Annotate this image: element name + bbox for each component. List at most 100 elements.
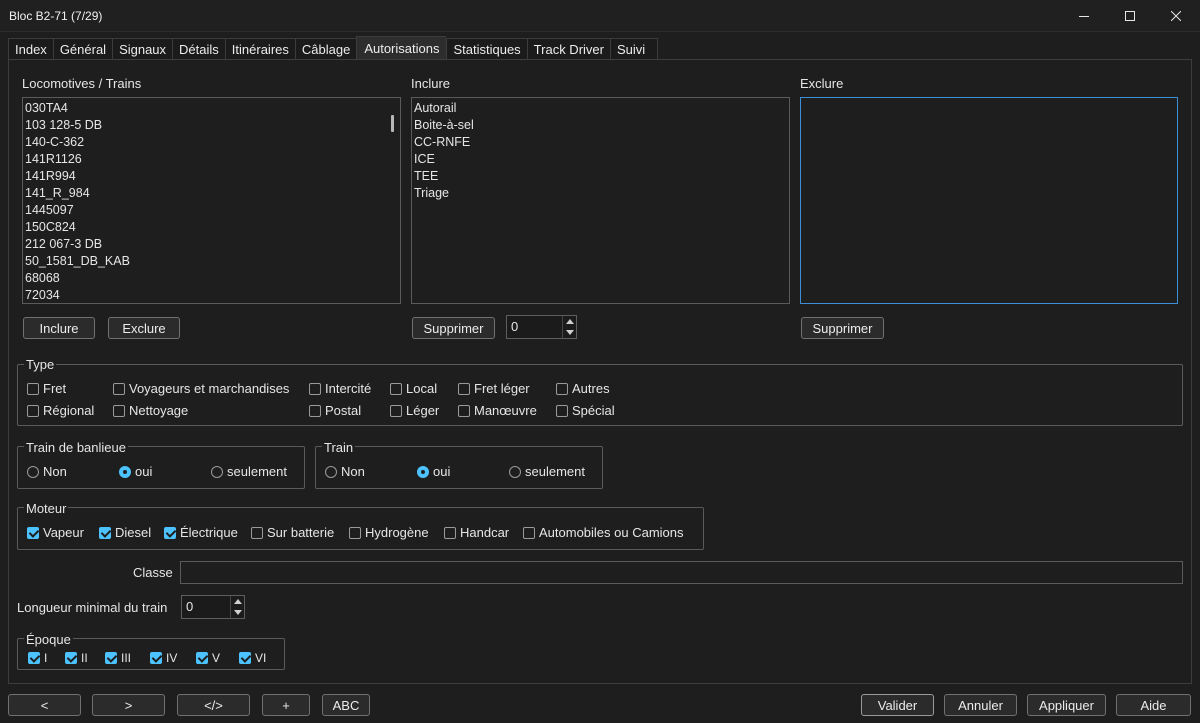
minimize-button[interactable] [1061, 0, 1107, 32]
list-item[interactable]: CC-RNFE [412, 134, 782, 151]
checkbox-handcar[interactable]: Handcar [444, 525, 509, 540]
min-length-spinbox[interactable]: 0 [181, 595, 245, 619]
checkbox-box[interactable] [113, 404, 125, 417]
help-button[interactable]: Aide [1116, 694, 1191, 716]
include-listbox[interactable]: Autorail Boite-à-sel CC-RNFE ICE TEE Tri… [411, 97, 790, 304]
list-item[interactable]: 212 067-3 DB [23, 236, 383, 253]
checkbox-box[interactable] [164, 526, 176, 539]
list-item[interactable]: 103 128-5 DB [23, 117, 383, 134]
include-button[interactable]: Inclure [23, 317, 95, 339]
checkbox-hydrogene[interactable]: Hydrogène [349, 525, 429, 540]
list-item[interactable]: 1445097 [23, 202, 383, 219]
include-spinbox[interactable]: 0 [506, 315, 577, 339]
list-item[interactable]: TEE [412, 168, 782, 185]
checkbox-box[interactable] [523, 526, 535, 539]
tab-cablage[interactable]: Câblage [294, 38, 357, 60]
radio-circle[interactable] [325, 465, 337, 478]
tab-index[interactable]: Index [8, 38, 53, 60]
validate-button[interactable]: Valider [861, 694, 934, 716]
list-item[interactable]: 150C824 [23, 219, 383, 236]
checkbox-regional[interactable]: Régional [27, 403, 94, 418]
checkbox-box[interactable] [556, 404, 568, 417]
radio-train-non[interactable]: Non [325, 464, 365, 479]
checkbox-sur-batterie[interactable]: Sur batterie [251, 525, 334, 540]
checkbox-automobiles-camions[interactable]: Automobiles ou Camions [523, 525, 684, 540]
radio-circle[interactable] [211, 465, 223, 478]
checkbox-fret-leger[interactable]: Fret léger [458, 381, 530, 396]
list-item[interactable]: Boite-à-sel [412, 117, 782, 134]
include-delete-button[interactable]: Supprimer [412, 317, 495, 339]
next-button[interactable]: > [92, 694, 165, 716]
list-item[interactable]: 141R1126 [23, 151, 383, 168]
apply-button[interactable]: Appliquer [1027, 694, 1106, 716]
checkbox-box[interactable] [150, 652, 162, 664]
list-item[interactable]: 141_R_984 [23, 185, 383, 202]
radio-circle[interactable] [27, 465, 39, 478]
add-button[interactable]: + [262, 694, 310, 716]
tab-autorisations[interactable]: Autorisations [356, 36, 447, 59]
checkbox-electrique[interactable]: Électrique [164, 525, 238, 540]
classe-input[interactable] [180, 561, 1183, 584]
checkbox-box[interactable] [458, 404, 470, 417]
spinbox-arrows[interactable] [562, 316, 576, 338]
radio-train-oui[interactable]: oui [417, 464, 450, 479]
code-button[interactable]: </> [177, 694, 250, 716]
checkbox-epoch-iii[interactable]: III [105, 651, 131, 665]
checkbox-box[interactable] [105, 652, 117, 664]
spin-up-icon[interactable] [566, 319, 574, 324]
checkbox-epoch-i[interactable]: I [28, 651, 47, 665]
list-item[interactable]: Autorail [412, 100, 782, 117]
checkbox-box[interactable] [27, 404, 39, 417]
radio-suburban-non[interactable]: Non [27, 464, 67, 479]
checkbox-epoch-vi[interactable]: VI [239, 651, 266, 665]
list-item[interactable]: Triage [412, 185, 782, 202]
checkbox-box[interactable] [196, 652, 208, 664]
checkbox-manoeuvre[interactable]: Manœuvre [458, 403, 537, 418]
tab-suivi[interactable]: Suivi [609, 38, 658, 60]
checkbox-box[interactable] [251, 526, 263, 539]
radio-circle[interactable] [509, 465, 521, 478]
previous-button[interactable]: < [8, 694, 81, 716]
tab-details[interactable]: Détails [172, 38, 225, 60]
maximize-button[interactable] [1107, 0, 1153, 32]
tab-signaux[interactable]: Signaux [112, 38, 173, 60]
locos-listbox[interactable]: 030TA4 103 128-5 DB 140-C-362 141R1126 1… [22, 97, 401, 304]
radio-suburban-seulement[interactable]: seulement [211, 464, 287, 479]
locos-scrollbar[interactable] [386, 99, 399, 302]
tab-itineraires[interactable]: Itinéraires [224, 38, 295, 60]
checkbox-box[interactable] [556, 382, 568, 395]
checkbox-box[interactable] [458, 382, 470, 395]
checkbox-box[interactable] [99, 526, 111, 539]
spin-down-icon[interactable] [566, 330, 574, 335]
scrollbar-thumb[interactable] [391, 115, 394, 132]
checkbox-box[interactable] [309, 404, 321, 417]
checkbox-leger[interactable]: Léger [390, 403, 439, 418]
checkbox-fret[interactable]: Fret [27, 381, 66, 396]
checkbox-box[interactable] [65, 652, 77, 664]
checkbox-box[interactable] [113, 382, 125, 395]
abc-button[interactable]: ABC [322, 694, 370, 716]
cancel-button[interactable]: Annuler [944, 694, 1017, 716]
close-button[interactable] [1153, 0, 1199, 32]
checkbox-epoch-iv[interactable]: IV [150, 651, 177, 665]
tab-statistiques[interactable]: Statistiques [446, 38, 527, 60]
checkbox-box[interactable] [349, 526, 361, 539]
list-item[interactable]: 141R994 [23, 168, 383, 185]
checkbox-nettoyage[interactable]: Nettoyage [113, 403, 188, 418]
spin-down-icon[interactable] [234, 610, 242, 615]
list-item[interactable]: 72034 [23, 287, 383, 303]
radio-circle[interactable] [119, 465, 131, 478]
checkbox-special[interactable]: Spécial [556, 403, 615, 418]
spinbox-arrows[interactable] [230, 596, 244, 618]
checkbox-diesel[interactable]: Diesel [99, 525, 151, 540]
spin-up-icon[interactable] [234, 599, 242, 604]
tab-track-driver[interactable]: Track Driver [526, 38, 610, 60]
radio-train-seulement[interactable]: seulement [509, 464, 585, 479]
checkbox-box[interactable] [390, 382, 402, 395]
checkbox-epoch-ii[interactable]: II [65, 651, 88, 665]
exclude-button[interactable]: Exclure [108, 317, 180, 339]
checkbox-box[interactable] [390, 404, 402, 417]
tab-general[interactable]: Général [52, 38, 113, 60]
checkbox-box[interactable] [444, 526, 456, 539]
exclude-delete-button[interactable]: Supprimer [801, 317, 884, 339]
